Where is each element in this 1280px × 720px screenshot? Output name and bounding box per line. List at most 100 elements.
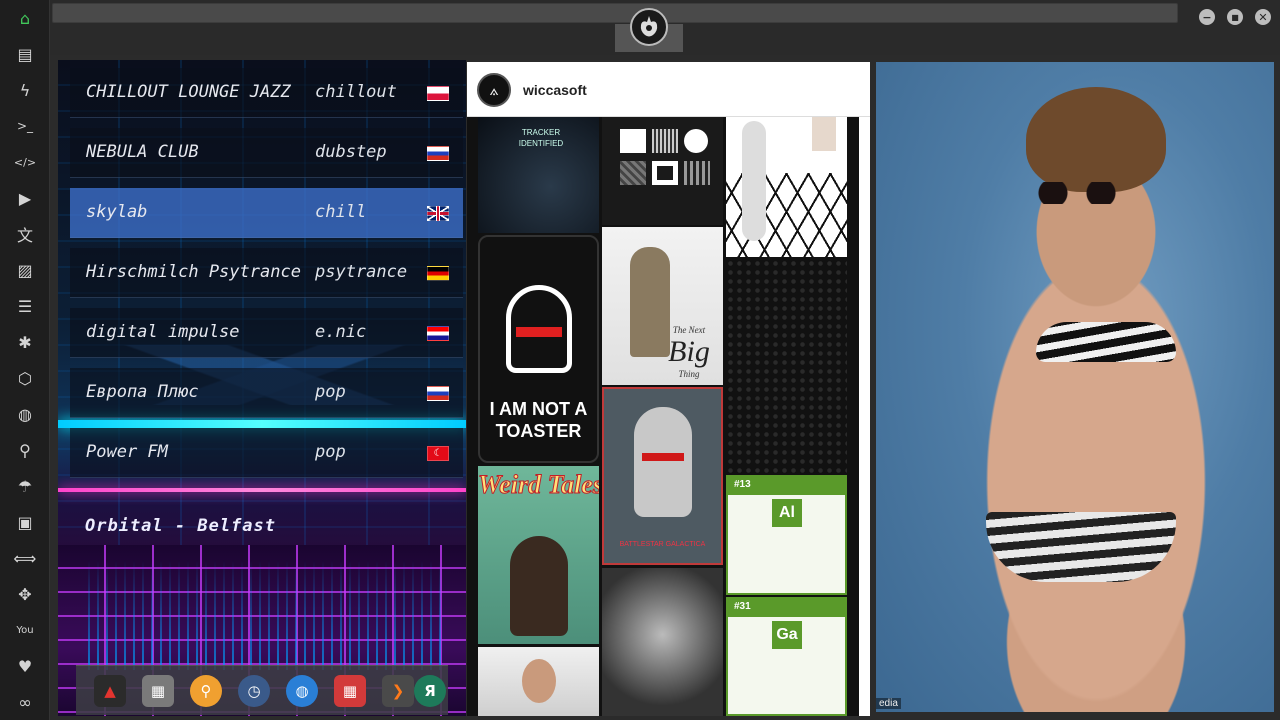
cylon-head-graphic xyxy=(634,407,692,517)
close-button[interactable]: ✕ xyxy=(1255,9,1271,25)
news-icon[interactable]: ☰ xyxy=(13,294,37,318)
flag-russia-icon xyxy=(427,386,449,401)
link-icon[interactable]: ⟺ xyxy=(13,546,37,570)
lightning-icon[interactable]: ϟ xyxy=(13,78,37,102)
swatch xyxy=(812,117,836,151)
globe-icon[interactable]: ◍ xyxy=(13,402,37,426)
contact-icon[interactable]: ▣ xyxy=(13,510,37,534)
terminal-icon[interactable]: >_ xyxy=(13,114,37,138)
pin-weird-tales-title: Weird Tales xyxy=(478,470,599,500)
station-row[interactable]: NEBULA CLUB dubstep xyxy=(70,128,463,178)
flag-croatia-icon xyxy=(427,326,449,341)
photo-sunglasses xyxy=(1031,182,1121,204)
rebel-alliance-glyph xyxy=(640,16,658,37)
pin-tracker[interactable]: TRACKER IDENTIFIED xyxy=(478,117,599,233)
image-icon[interactable]: ▨ xyxy=(13,258,37,282)
flag-uk-icon xyxy=(427,206,449,221)
photo-panel[interactable]: edia xyxy=(876,62,1274,712)
element-symbol-al: Al xyxy=(772,499,802,527)
rebel-alliance-icon xyxy=(630,8,668,46)
asterisk-icon[interactable]: ✱ xyxy=(13,330,37,354)
station-name: Power FM xyxy=(86,442,168,462)
station-row-active[interactable]: skylab chill xyxy=(70,188,463,238)
shape-frame xyxy=(652,161,678,185)
flag-poland-icon xyxy=(427,86,449,101)
arrow-icon[interactable]: ❯ xyxy=(382,675,414,707)
station-genre: e.nic xyxy=(315,322,367,342)
play-icon[interactable]: ▶ xyxy=(13,186,37,210)
pin-element-gallium[interactable]: #31 Ga xyxy=(726,597,847,716)
station-genre: pop xyxy=(315,382,346,402)
flag-turkey-icon: ☾ xyxy=(427,446,449,461)
cylon-visor xyxy=(516,327,562,337)
station-row[interactable]: Европа Плюс pop xyxy=(70,368,463,418)
station-row[interactable]: Hirschmilch Psytrance psytrance xyxy=(70,248,463,298)
station-genre: chill xyxy=(315,202,367,222)
pin-cylon-robot[interactable] xyxy=(602,568,723,716)
pin-element-aluminium[interactable]: #13 Al xyxy=(726,475,847,595)
pin-tracker-text: TRACKER IDENTIFIED xyxy=(518,128,564,148)
station-row[interactable]: CHILLOUT LOUNGE JAZZ chillout xyxy=(70,68,463,118)
station-row[interactable]: Power FM pop ☾ xyxy=(70,428,463,478)
shape-circle xyxy=(684,129,708,153)
pin-next-big-thing[interactable]: The Next Big Thing xyxy=(602,227,723,385)
station-name: Европа Плюс xyxy=(86,382,199,402)
user-avatar[interactable]: ⟑ xyxy=(477,73,511,107)
station-name: Hirschmilch Psytrance xyxy=(86,262,301,282)
maximize-button[interactable]: ■ xyxy=(1227,9,1243,25)
photo-swimwear-bottom xyxy=(986,512,1176,582)
minimize-button[interactable]: − xyxy=(1199,9,1215,25)
red-triangle-app-icon[interactable]: ▲ xyxy=(94,675,126,707)
yandex-icon[interactable]: Я xyxy=(414,675,446,707)
station-row[interactable]: digital impulse e.nic xyxy=(70,308,463,358)
weird-tales-figure xyxy=(510,536,568,636)
shape-square xyxy=(620,129,646,153)
equalizer-bars xyxy=(88,560,448,670)
shape-bars xyxy=(684,161,710,185)
photo-hair xyxy=(1026,87,1166,192)
photo-credit: edia xyxy=(876,698,901,709)
pin-battlestar-galactica[interactable]: BATTLESTAR GALACTICA xyxy=(602,387,723,565)
radio-panel: CHILLOUT LOUNGE JAZZ chillout NEBULA CLU… xyxy=(58,60,466,716)
cylon-eye xyxy=(642,453,684,461)
pin-hexagon-fashion[interactable] xyxy=(726,117,847,257)
shape-hatch xyxy=(620,161,646,185)
station-genre: chillout xyxy=(315,82,397,102)
pinboard-scrollbar[interactable] xyxy=(859,117,870,716)
hexagon-icon[interactable]: ⬡ xyxy=(13,366,37,390)
big-thing-the: The Next xyxy=(672,325,706,335)
neon-horizon-cyan xyxy=(58,420,466,428)
code-icon[interactable]: </> xyxy=(13,150,37,174)
globe-icon[interactable]: ◍ xyxy=(286,675,318,707)
pin-portrait[interactable] xyxy=(478,647,599,716)
pin-toaster-line2: TOASTER xyxy=(495,421,582,441)
pin-geometric-shapes[interactable] xyxy=(602,117,723,225)
heart-icon[interactable]: ♥ xyxy=(13,654,37,678)
big-thing-thing: Thing xyxy=(678,369,700,379)
photo-swimwear-top xyxy=(1036,322,1176,362)
home-icon[interactable]: ⌂ xyxy=(13,6,37,30)
calendar-icon[interactable]: ▦ xyxy=(334,675,366,707)
umbrella-icon[interactable]: ☂ xyxy=(13,474,37,498)
pin-hex-texture[interactable] xyxy=(726,259,847,473)
shape-stripes xyxy=(652,129,678,153)
youtube-icon[interactable]: You xyxy=(13,618,37,642)
username[interactable]: wiccasoft xyxy=(523,82,587,98)
search-icon[interactable]: ⚲ xyxy=(13,438,37,462)
fashion-model xyxy=(742,121,766,241)
translate-icon[interactable]: 文 xyxy=(13,222,37,246)
station-name: NEBULA CLUB xyxy=(86,142,199,162)
pin-toaster-phone-case[interactable]: I AM NOT A TOASTER xyxy=(478,235,599,463)
clock-icon[interactable]: ◷ xyxy=(238,675,270,707)
portrait-face xyxy=(522,659,556,703)
expand-icon[interactable]: ✥ xyxy=(13,582,37,606)
address-bar[interactable] xyxy=(52,3,1178,23)
document-icon[interactable]: ▤ xyxy=(13,42,37,66)
pinboard-header: ⟑ wiccasoft xyxy=(467,62,870,117)
infinity-icon[interactable]: ∞ xyxy=(13,690,37,714)
magnifier-icon[interactable]: ⚲ xyxy=(190,675,222,707)
news-reader-icon[interactable]: ▦ xyxy=(142,675,174,707)
flag-russia-icon xyxy=(427,146,449,161)
pin-weird-tales[interactable]: Weird Tales xyxy=(478,466,599,644)
station-name: skylab xyxy=(86,202,148,222)
